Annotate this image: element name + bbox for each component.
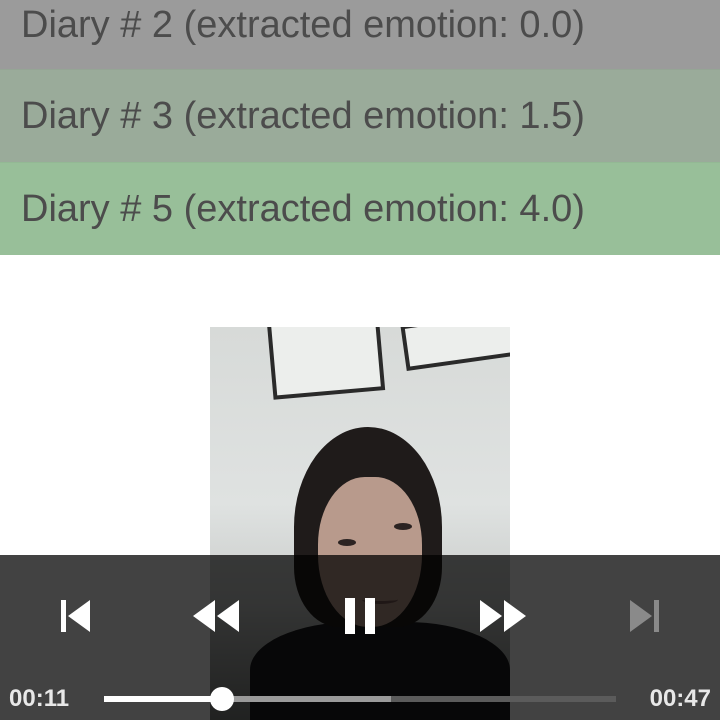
skip-previous-icon	[61, 600, 90, 632]
media-controls: 00:11 00:47	[0, 555, 720, 720]
rewind-icon	[193, 600, 239, 632]
fast-forward-icon	[480, 600, 526, 632]
pause-icon	[345, 598, 375, 634]
seek-bar-played	[104, 696, 222, 702]
person-eye	[394, 523, 412, 530]
current-time: 00:11	[9, 685, 70, 712]
rewind-button[interactable]	[192, 592, 240, 640]
seek-bar[interactable]	[104, 687, 616, 711]
pause-button[interactable]	[336, 592, 384, 640]
skip-next-button[interactable]	[620, 592, 668, 640]
diary-item-label: Diary # 5 (extracted emotion: 4.0)	[21, 187, 585, 230]
fast-forward-button[interactable]	[479, 592, 527, 640]
skip-next-icon	[630, 600, 659, 632]
wall-picture-frame	[400, 327, 510, 371]
diary-item-5[interactable]: Diary # 5 (extracted emotion: 4.0)	[0, 162, 720, 255]
seek-thumb[interactable]	[209, 687, 234, 711]
total-time: 00:47	[649, 685, 711, 712]
app-screen: Diary # 2 (extracted emotion: 0.0) Diary…	[0, 0, 720, 720]
person-eye	[338, 539, 356, 546]
diary-item-label: Diary # 2 (extracted emotion: 0.0)	[21, 4, 585, 46]
diary-item-2[interactable]: Diary # 2 (extracted emotion: 0.0)	[0, 0, 720, 69]
skip-previous-button[interactable]	[52, 592, 100, 640]
diary-item-3[interactable]: Diary # 3 (extracted emotion: 1.5)	[0, 69, 720, 162]
wall-picture-frame	[266, 327, 386, 400]
diary-list: Diary # 2 (extracted emotion: 0.0) Diary…	[0, 0, 720, 255]
diary-item-label: Diary # 3 (extracted emotion: 1.5)	[21, 94, 585, 137]
